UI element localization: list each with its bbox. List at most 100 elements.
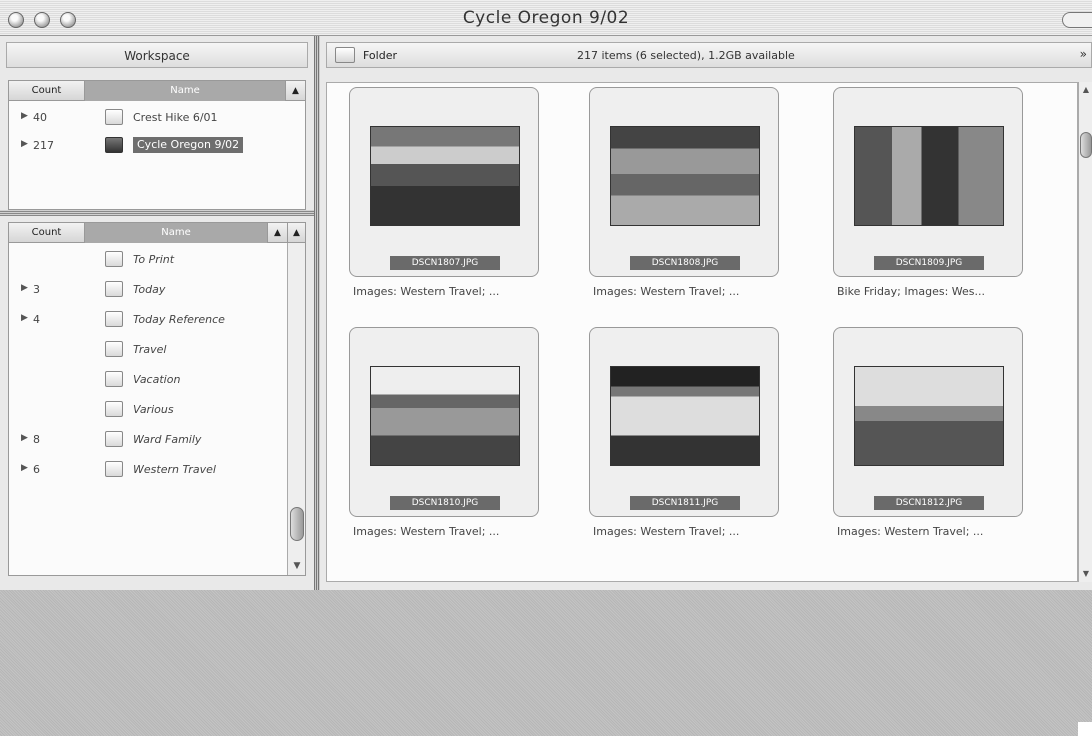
file-name: DSCN1807.JPG [390, 256, 500, 270]
sort-icon[interactable]: ▲ [267, 223, 287, 243]
item-name: Cycle Oregon 9/02 [133, 137, 244, 153]
item-count: 3 [33, 283, 40, 296]
thumbnail-grid: DSCN1807.JPG Images: Western Travel; ...… [326, 82, 1078, 582]
name-column-header[interactable]: Name [85, 81, 285, 101]
item-name: Western Travel [133, 463, 216, 476]
folder-icon [105, 401, 123, 417]
folder-label[interactable]: Folder [363, 49, 397, 62]
file-name: DSCN1811.JPG [630, 496, 740, 510]
folder-icon [105, 251, 123, 267]
folder-icon [105, 371, 123, 387]
thumbnail-caption: Images: Western Travel; ... [593, 285, 740, 298]
count-column-header[interactable]: Count [9, 223, 85, 243]
resize-grip[interactable] [1078, 722, 1092, 736]
folder-icon [105, 431, 123, 447]
thumbnail-caption: Bike Friday; Images: Wes... [837, 285, 985, 298]
photo-thumbnail[interactable] [370, 366, 520, 466]
app-window: Cycle Oregon 9/02 Workspace Count Name ▲… [0, 0, 1092, 590]
expand-icon[interactable]: ▶ [21, 463, 28, 473]
thumbnail-item[interactable]: DSCN1811.JPG Images: Western Travel; ... [589, 327, 785, 567]
photo-thumbnail[interactable] [610, 126, 760, 226]
window-title: Cycle Oregon 9/02 [462, 8, 630, 28]
toolbar-toggle-button[interactable] [1062, 12, 1092, 28]
scroll-up-icon[interactable]: ▲ [1079, 82, 1092, 98]
list-item[interactable]: ▶ 4 Today Reference [9, 307, 287, 333]
list-item[interactable]: ▶ 6 Western Travel [9, 457, 287, 483]
thumbnail-item[interactable]: DSCN1808.JPG Images: Western Travel; ... [589, 87, 785, 327]
item-name: Travel [133, 343, 167, 356]
thumbnail-frame[interactable]: DSCN1807.JPG [349, 87, 539, 277]
item-name: Crest Hike 6/01 [133, 111, 218, 124]
list-item[interactable]: Vacation [9, 367, 287, 393]
desktop-background [0, 590, 1092, 736]
thumbnail-frame[interactable]: DSCN1811.JPG [589, 327, 779, 517]
item-name: To Print [133, 253, 175, 266]
thumbnail-item[interactable]: DSCN1812.JPG Images: Western Travel; ... [833, 327, 1029, 567]
list-item[interactable]: Various [9, 397, 287, 423]
workspace-pane: Workspace Count Name ▲ ▶ 40 Crest Hike 6… [0, 36, 314, 590]
photo-thumbnail[interactable] [610, 366, 760, 466]
item-count: 4 [33, 313, 40, 326]
top-list-header: Count Name ▲ [9, 81, 305, 101]
browser-scrollbar[interactable]: ▲ ▼ [1078, 82, 1092, 582]
scroll-down-icon[interactable]: ▼ [288, 557, 306, 575]
list-item[interactable]: To Print [9, 247, 287, 273]
list-item[interactable]: Travel [9, 337, 287, 363]
thumbnail-caption: Images: Western Travel; ... [353, 525, 500, 538]
thumbnail-item[interactable]: DSCN1807.JPG Images: Western Travel; ... [349, 87, 545, 327]
image-browser: Folder 217 items (6 selected), 1.2GB ava… [320, 36, 1092, 590]
sort-icon[interactable]: ▲ [285, 81, 305, 101]
item-name: Today [133, 283, 166, 296]
item-count: 217 [33, 139, 54, 152]
thumbnail-item[interactable]: DSCN1810.JPG Images: Western Travel; ... [349, 327, 545, 567]
expand-icon[interactable]: ▶ [21, 283, 28, 293]
expand-icon[interactable]: ▶ [21, 433, 28, 443]
file-name: DSCN1810.JPG [390, 496, 500, 510]
thumbnail-item[interactable]: DSCN1809.JPG Bike Friday; Images: Wes... [833, 87, 1029, 327]
browser-header: Folder 217 items (6 selected), 1.2GB ava… [326, 42, 1092, 68]
item-name: Various [133, 403, 174, 416]
expand-icon[interactable]: ▶ [21, 313, 28, 323]
workspace-header: Workspace [6, 42, 308, 68]
more-icon[interactable]: » [1080, 47, 1087, 61]
thumbnail-caption: Images: Western Travel; ... [353, 285, 500, 298]
folder-icon[interactable] [335, 47, 355, 63]
horizontal-splitter[interactable] [0, 210, 314, 216]
photo-thumbnail[interactable] [854, 126, 1004, 226]
thumbnail-frame[interactable]: DSCN1812.JPG [833, 327, 1023, 517]
folder-list-scrollbar[interactable]: ▼ [287, 243, 305, 575]
file-name: DSCN1809.JPG [874, 256, 984, 270]
folder-icon [105, 137, 123, 153]
status-text: 217 items (6 selected), 1.2GB available [577, 49, 795, 62]
folder-icon [105, 311, 123, 327]
name-column-header[interactable]: Name [85, 223, 267, 243]
thumbnail-frame[interactable]: DSCN1810.JPG [349, 327, 539, 517]
file-name: DSCN1808.JPG [630, 256, 740, 270]
bottom-list-header: Count Name ▲ ▲ [9, 223, 305, 243]
count-column-header[interactable]: Count [9, 81, 85, 101]
folder-icon [105, 281, 123, 297]
item-name: Vacation [133, 373, 181, 386]
item-count: 6 [33, 463, 40, 476]
folder-icon [105, 341, 123, 357]
list-item[interactable]: ▶ 40 Crest Hike 6/01 [9, 105, 287, 131]
scroll-thumb[interactable] [1080, 132, 1092, 158]
item-count: 40 [33, 111, 47, 124]
file-name: DSCN1812.JPG [874, 496, 984, 510]
list-item[interactable]: ▶ 3 Today [9, 277, 287, 303]
scroll-down-icon[interactable]: ▼ [1079, 566, 1092, 582]
scroll-up-icon[interactable]: ▲ [287, 223, 305, 243]
scroll-thumb[interactable] [290, 507, 304, 541]
top-folder-list: Count Name ▲ ▶ 40 Crest Hike 6/01 ▶ 217 … [8, 80, 306, 210]
title-bar[interactable]: Cycle Oregon 9/02 [0, 0, 1092, 36]
photo-thumbnail[interactable] [370, 126, 520, 226]
list-item[interactable]: ▶ 217 Cycle Oregon 9/02 [9, 133, 287, 159]
item-name: Today Reference [133, 313, 225, 326]
expand-icon[interactable]: ▶ [21, 111, 28, 121]
expand-icon[interactable]: ▶ [21, 139, 28, 149]
thumbnail-caption: Images: Western Travel; ... [593, 525, 740, 538]
list-item[interactable]: ▶ 8 Ward Family [9, 427, 287, 453]
photo-thumbnail[interactable] [854, 366, 1004, 466]
thumbnail-frame[interactable]: DSCN1809.JPG [833, 87, 1023, 277]
thumbnail-frame[interactable]: DSCN1808.JPG [589, 87, 779, 277]
